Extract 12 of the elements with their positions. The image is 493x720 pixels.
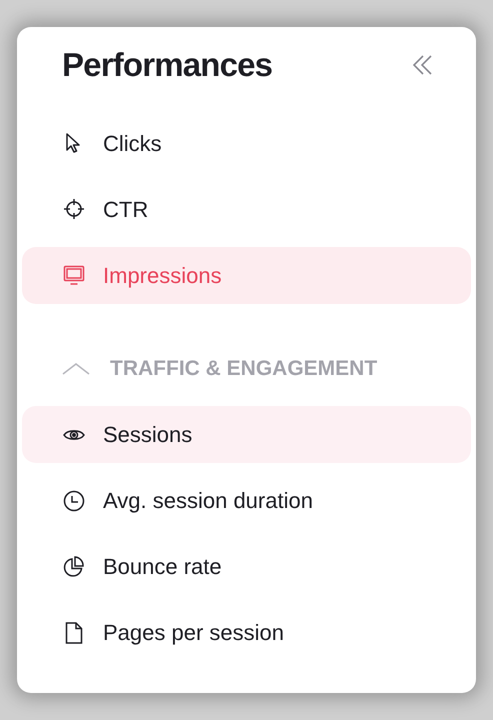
clock-icon — [62, 488, 86, 512]
monitor-icon — [62, 263, 86, 287]
menu-item[interactable]: Avg. session duration — [22, 472, 471, 529]
menu-item[interactable]: CTR — [22, 180, 471, 238]
chevron-up-icon — [62, 362, 90, 376]
menu-item[interactable]: Sessions — [22, 406, 471, 463]
crosshair-icon — [62, 197, 86, 221]
menu-item[interactable]: Pages per session — [22, 604, 471, 661]
menu-item[interactable]: Clicks — [22, 114, 471, 172]
panel-title: Performances — [62, 45, 272, 86]
menu-item[interactable]: Bounce rate — [22, 538, 471, 595]
pie-chart-icon — [62, 554, 86, 578]
